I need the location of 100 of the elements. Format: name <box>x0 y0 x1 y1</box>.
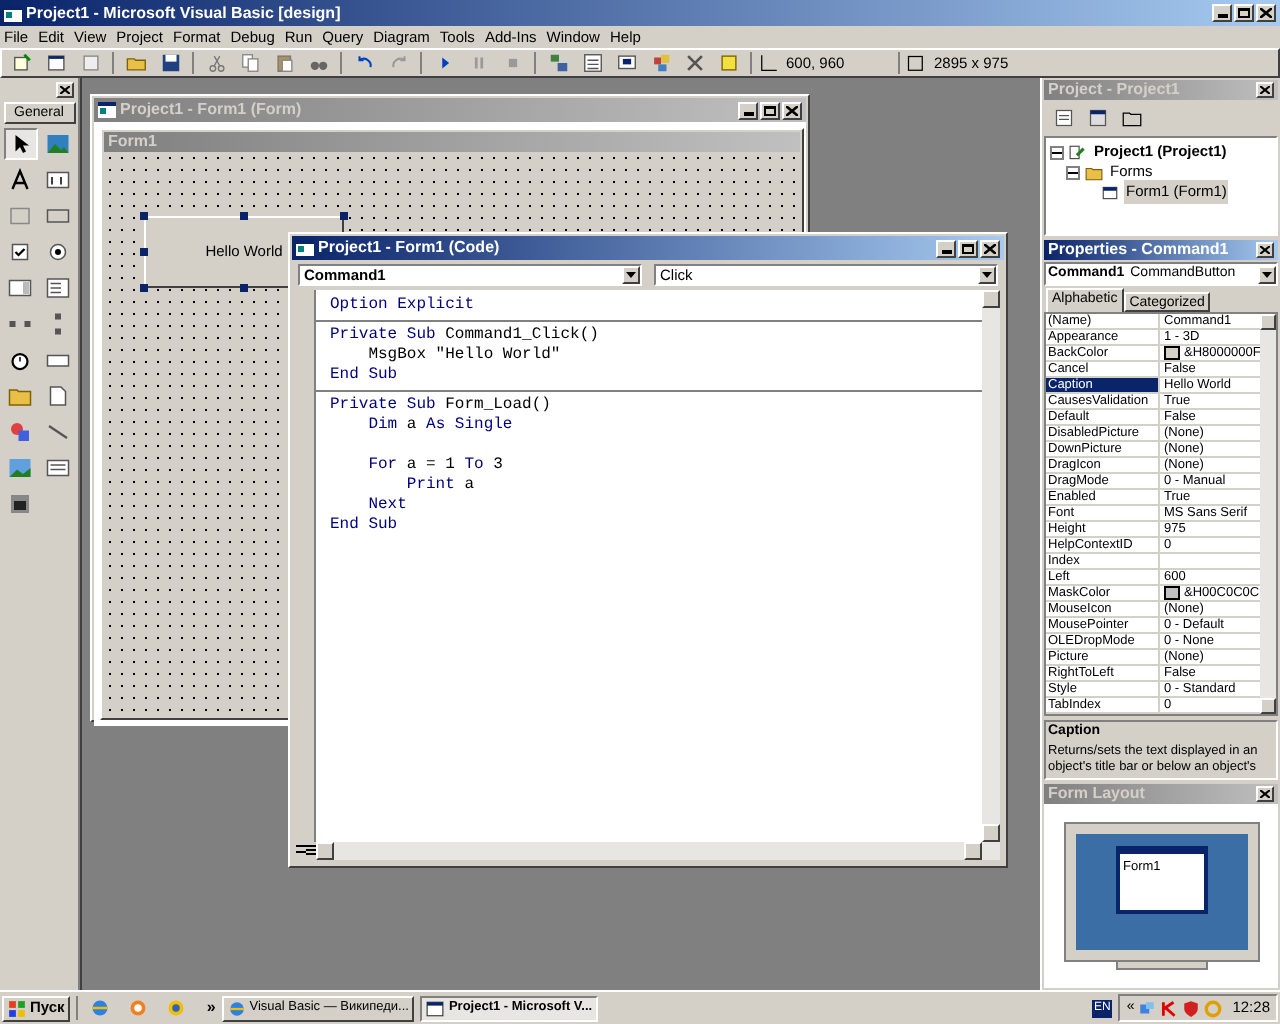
collapse-toggle[interactable] <box>1050 145 1064 159</box>
window-icon <box>4 5 22 21</box>
selection-handle[interactable] <box>140 284 148 292</box>
code-line: Option Explicit <box>328 296 475 316</box>
circle-icon <box>1204 999 1223 1017</box>
dropdown-arrow-icon <box>626 272 636 278</box>
check-box-tool-icon <box>8 240 32 264</box>
close-button[interactable] <box>1256 4 1276 22</box>
file-list-icon <box>46 384 70 408</box>
code-line: End Sub <box>328 366 398 386</box>
minimize-button[interactable] <box>1212 4 1232 22</box>
network-icon <box>1138 999 1157 1017</box>
window-title: Form Layout <box>1048 782 1145 806</box>
selection-handle[interactable] <box>340 212 348 220</box>
selection-handle[interactable] <box>140 212 148 220</box>
window-title: Project1 - Microsoft Visual Basic [design] <box>26 1 341 25</box>
dropdown-arrow-icon <box>1262 271 1272 277</box>
timer-icon <box>8 348 32 372</box>
project-icon <box>1068 143 1088 161</box>
maximize-button[interactable] <box>1234 4 1254 22</box>
open-folder-icon <box>125 52 147 74</box>
close-icon <box>1260 86 1270 94</box>
cut-icon <box>205 52 227 74</box>
window-icon <box>296 240 314 256</box>
code-line: MsgBox "Hello World" <box>366 346 561 366</box>
shapes-icon <box>8 420 32 444</box>
close-icon <box>1260 246 1270 254</box>
selection-handle[interactable] <box>240 212 248 220</box>
command-button-tool-icon <box>46 204 70 228</box>
text-box-tool-icon <box>46 168 70 192</box>
windows-flag-icon <box>8 999 26 1017</box>
minimize-icon <box>1217 14 1227 18</box>
shield-icon <box>1182 999 1201 1017</box>
form-view-icon <box>1088 108 1108 128</box>
folder-icon <box>1122 108 1142 128</box>
vertical-scrollbar[interactable] <box>982 290 1000 860</box>
frame-tool-icon <box>8 204 32 228</box>
maximize-icon <box>962 243 974 253</box>
window-title: Project1 - Form1 (Form) <box>120 98 302 122</box>
properties-window-icon <box>581 52 603 74</box>
close-icon <box>786 105 798 115</box>
minimize-button[interactable] <box>738 101 758 119</box>
copy-icon <box>239 52 261 74</box>
close-button[interactable] <box>980 239 1000 257</box>
combo-box-tool-icon <box>8 276 32 300</box>
toolbox-tool[interactable] <box>3 128 37 160</box>
close-icon <box>1260 790 1270 798</box>
maximize-icon <box>1238 8 1250 18</box>
collapse-toggle[interactable] <box>1066 165 1080 179</box>
minimize-button[interactable] <box>936 239 956 257</box>
close-button[interactable] <box>782 101 802 119</box>
horizontal-scrollbar[interactable] <box>316 842 982 860</box>
overflow-chevron[interactable]: » <box>206 996 216 1020</box>
window-icon <box>98 102 116 118</box>
close-button[interactable] <box>56 82 74 98</box>
close-button[interactable] <box>1256 786 1274 802</box>
code-line: End Sub <box>328 516 398 536</box>
code-line: Print a <box>405 476 475 496</box>
line-tool-icon <box>46 420 70 444</box>
maximize-button[interactable] <box>760 101 780 119</box>
shield-k-icon <box>1160 999 1179 1017</box>
code-line: Dim a As Single <box>366 416 513 436</box>
code-line: Next <box>366 496 407 516</box>
close-icon <box>1260 8 1272 18</box>
form-layout-icon <box>615 52 637 74</box>
globe-icon <box>227 999 246 1017</box>
minimize-icon <box>941 249 951 253</box>
window-title: Form1 <box>108 130 157 154</box>
code-view-icon <box>1054 108 1074 128</box>
toolbox-tool[interactable] <box>41 272 75 304</box>
add-project-icon <box>11 52 33 74</box>
folder-icon <box>1084 163 1104 181</box>
code-line: Private Sub Command1_Click() <box>328 326 599 346</box>
window-title: Project - Project1 <box>1048 78 1180 102</box>
globe-icon <box>90 998 111 1018</box>
image-tool-icon <box>8 456 32 480</box>
option-button-tool-icon <box>46 240 70 264</box>
folder-icon <box>8 384 32 408</box>
label-tool-icon <box>8 168 32 192</box>
maximize-button[interactable] <box>958 239 978 257</box>
object-browser-icon <box>649 52 671 74</box>
save-icon <box>159 52 181 74</box>
picture-box-icon <box>46 132 70 156</box>
code-line: For a = 1 To 3 <box>366 456 503 476</box>
project-explorer-icon <box>547 52 569 74</box>
dropdown-arrow-icon <box>982 272 992 278</box>
code-line: Private Sub Form_Load() <box>328 396 551 416</box>
close-button[interactable] <box>1256 242 1274 258</box>
selection-handle[interactable] <box>240 284 248 292</box>
close-button[interactable] <box>1256 82 1274 98</box>
window-title: Properties - Command1 <box>1048 238 1229 262</box>
paste-icon <box>273 52 295 74</box>
maximize-icon <box>764 105 776 115</box>
minimize-icon <box>743 111 753 115</box>
list-box-tool-icon <box>46 276 70 300</box>
form-icon <box>1100 183 1120 201</box>
code-editor[interactable]: Option Explicit Private Sub Command1_Click() MsgBox "Hello World" End Sub Private Sub Form_Load() Dim a As Single For a = 1 To 3 Print a Next End Sub <box>316 290 982 842</box>
selection-handle[interactable] <box>140 248 148 256</box>
window-icon <box>426 999 445 1017</box>
vertical-scrollbar[interactable] <box>1260 314 1276 714</box>
